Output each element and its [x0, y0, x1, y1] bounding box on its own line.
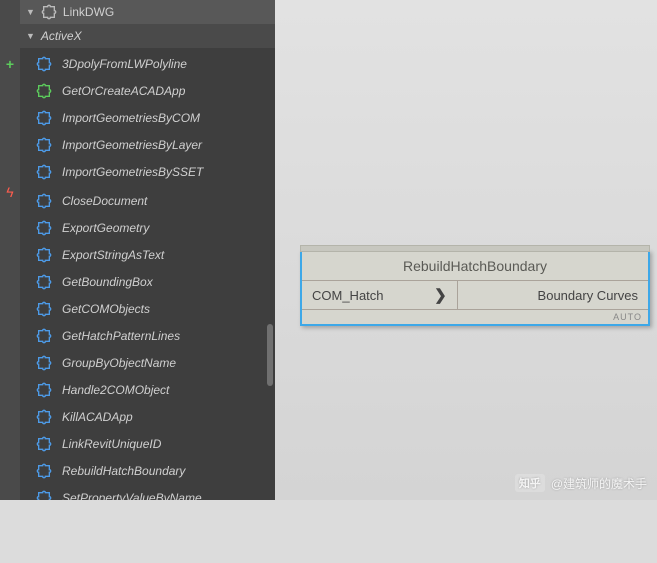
component-list-plus: 3DpolyFromLWPolyline GetOrCreateACADApp Im… [20, 48, 275, 185]
watermark: 知乎 @建筑师的魔术手 [515, 474, 647, 492]
chevron-right-icon: ❯ [434, 286, 447, 304]
app-root: + ϟ ▼ LinkDWG ▼ ActiveX 3DpolyFromLWPoly… [0, 0, 657, 500]
component-label: ImportGeometriesByLayer [62, 138, 202, 152]
component-item[interactable]: GetHatchPatternLines [20, 322, 275, 349]
component-item[interactable]: GroupByObjectName [20, 349, 275, 376]
node-body: COM_Hatch ❯ Boundary Curves [302, 281, 648, 309]
component-label: GetCOMObjects [62, 302, 150, 316]
component-sidebar: ▼ LinkDWG ▼ ActiveX 3DpolyFromLWPolyline… [20, 0, 275, 500]
scrollbar[interactable] [267, 324, 273, 386]
chevron-down-icon: ▼ [26, 31, 35, 41]
component-item[interactable]: SetPropertyValueByName [20, 484, 275, 500]
component-item[interactable]: GetBoundingBox [20, 268, 275, 295]
component-label: ImportGeometriesByCOM [62, 111, 200, 125]
watermark-handle: @建筑师的魔术手 [551, 475, 647, 492]
node-input-port[interactable]: COM_Hatch ❯ [302, 281, 458, 309]
component-item[interactable]: GetOrCreateACADApp [20, 77, 275, 104]
sidebar-group[interactable]: ▼ ActiveX [20, 24, 275, 48]
component-label: LinkRevitUniqueID [62, 437, 161, 451]
puzzle-icon [36, 110, 52, 126]
puzzle-icon [36, 56, 52, 72]
component-label: 3DpolyFromLWPolyline [62, 57, 187, 71]
puzzle-icon [36, 490, 52, 501]
component-item[interactable]: CloseDocument [20, 187, 275, 214]
puzzle-icon [36, 409, 52, 425]
component-label: Handle2COMObject [62, 383, 169, 397]
canvas[interactable]: RebuildHatchBoundary COM_Hatch ❯ Boundar… [275, 0, 657, 500]
node-output-port[interactable]: Boundary Curves [458, 281, 648, 309]
component-label: GetOrCreateACADApp [62, 84, 185, 98]
component-item[interactable]: GetCOMObjects [20, 295, 275, 322]
input-label: COM_Hatch [312, 288, 384, 303]
puzzle-icon [36, 463, 52, 479]
sidebar-group-label: ActiveX [41, 29, 82, 43]
puzzle-icon [36, 83, 52, 99]
node-title: RebuildHatchBoundary [302, 252, 648, 281]
component-item[interactable]: ExportGeometry [20, 214, 275, 241]
chevron-down-icon: ▼ [26, 7, 35, 17]
puzzle-icon [36, 274, 52, 290]
puzzle-icon [36, 137, 52, 153]
component-item[interactable]: ImportGeometriesByCOM [20, 104, 275, 131]
plus-icon: + [6, 56, 14, 72]
sidebar-header[interactable]: ▼ LinkDWG [20, 0, 275, 24]
component-label: RebuildHatchBoundary [62, 464, 185, 478]
component-item[interactable]: ImportGeometriesByLayer [20, 131, 275, 158]
gh-component-node[interactable]: RebuildHatchBoundary COM_Hatch ❯ Boundar… [300, 250, 650, 326]
component-item[interactable]: ExportStringAsText [20, 241, 275, 268]
component-item[interactable]: LinkRevitUniqueID [20, 430, 275, 457]
puzzle-icon [36, 220, 52, 236]
puzzle-icon [36, 247, 52, 263]
node-footer: AUTO [302, 309, 648, 324]
component-label: GetHatchPatternLines [62, 329, 180, 343]
component-item[interactable]: 3DpolyFromLWPolyline [20, 50, 275, 77]
lightning-icon: ϟ [6, 184, 13, 200]
component-label: ExportGeometry [62, 221, 149, 235]
puzzle-icon [36, 382, 52, 398]
site-logo: 知乎 [515, 474, 545, 492]
component-label: KillACADApp [62, 410, 133, 424]
component-label: GetBoundingBox [62, 275, 153, 289]
component-label: ExportStringAsText [62, 248, 164, 262]
puzzle-icon [41, 4, 57, 20]
output-label: Boundary Curves [538, 288, 638, 303]
component-label: GroupByObjectName [62, 356, 176, 370]
sidebar-root-label: LinkDWG [63, 5, 114, 19]
component-label: SetPropertyValueByName [62, 491, 202, 501]
puzzle-icon [36, 355, 52, 371]
component-label: CloseDocument [62, 194, 147, 208]
component-item[interactable]: RebuildHatchBoundary [20, 457, 275, 484]
puzzle-icon [36, 164, 52, 180]
puzzle-icon [36, 193, 52, 209]
component-list-bolt: CloseDocument ExportGeometry ExportStringA… [20, 185, 275, 500]
component-item[interactable]: Handle2COMObject [20, 376, 275, 403]
component-item[interactable]: ImportGeometriesBySSET [20, 158, 275, 185]
puzzle-icon [36, 301, 52, 317]
puzzle-icon [36, 436, 52, 452]
component-item[interactable]: KillACADApp [20, 403, 275, 430]
category-gutter: + ϟ [0, 0, 20, 500]
component-label: ImportGeometriesBySSET [62, 165, 203, 179]
puzzle-icon [36, 328, 52, 344]
